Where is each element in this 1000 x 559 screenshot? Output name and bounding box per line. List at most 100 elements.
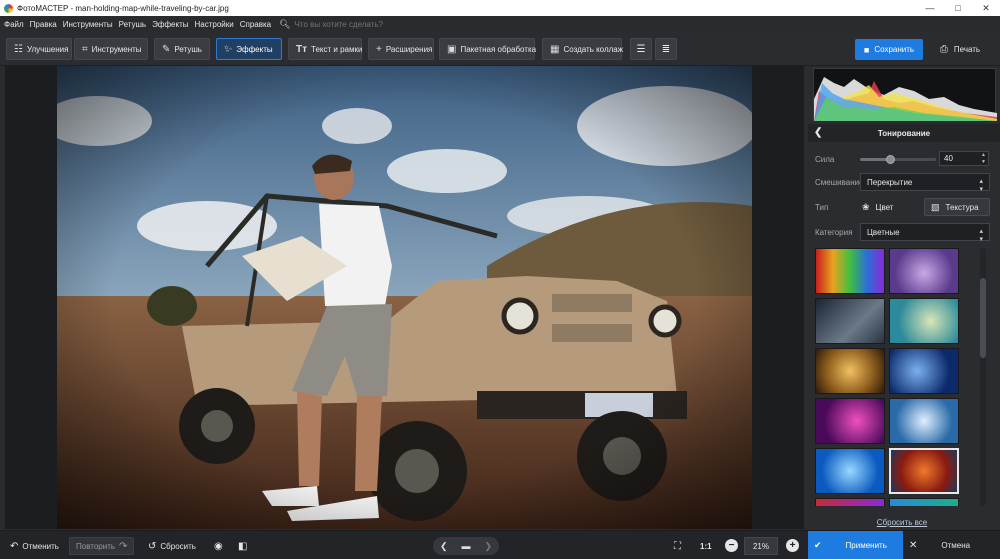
texture-thumbnail[interactable] (889, 248, 959, 294)
fit-screen-icon: ⛶ (674, 540, 681, 552)
add-preset-button[interactable]: ☰ (630, 38, 652, 60)
back-arrow-icon[interactable]: ❮ (814, 127, 822, 138)
close-button[interactable]: ✕ (972, 0, 1000, 16)
tab-extensions[interactable]: + Расширения (368, 38, 434, 60)
redo-button[interactable]: Повторить ↷ (69, 537, 135, 555)
tab-effects[interactable]: ✨︎ Эффекты (216, 38, 282, 60)
blend-select[interactable]: Перекрытие ▴ ▾ (860, 173, 990, 193)
actual-size-button[interactable]: 1:1 (700, 537, 712, 555)
scrollbar-thumb[interactable] (980, 278, 986, 358)
save-button[interactable]: ■ Сохранить (855, 39, 923, 60)
tab-label: Ретушь (174, 44, 202, 54)
zoom-level[interactable]: 21% (744, 537, 778, 555)
menu-retouch[interactable]: Ретушь (119, 20, 147, 29)
slider-thumb[interactable] (886, 155, 896, 164)
texture-thumbnail[interactable] (889, 298, 959, 344)
redo-label: Повторить (76, 541, 116, 551)
palette-icon: ❀ (862, 201, 870, 212)
strength-input[interactable]: 40 ▲ ▼ (939, 151, 989, 166)
cancel-button[interactable]: ✕ Отмена (903, 531, 1000, 559)
list-settings-icon: ≣ (661, 43, 671, 55)
menu-bar: Файл Правка Инструменты Ретушь Эффекты Н… (0, 16, 1000, 32)
blend-value: Перекрытие (867, 177, 913, 187)
panel-title: Тонирование (877, 128, 931, 138)
plus-icon: + (376, 43, 382, 55)
tab-label: Эффекты (236, 44, 273, 54)
tab-enhancements[interactable]: ☷ Улучшения (6, 38, 72, 60)
batch-label: Пакетная обработка (460, 44, 537, 54)
texture-thumbnail[interactable] (815, 248, 885, 294)
collage-icon: ▦ (550, 43, 560, 55)
reset-button[interactable]: ↺ Сбросить (148, 537, 196, 555)
sliders-icon: ☷ (14, 43, 23, 55)
edited-photo[interactable] (57, 66, 752, 529)
strength-slider[interactable] (860, 155, 936, 164)
reset-icon: ↺ (148, 540, 157, 552)
texture-thumbnail-selected[interactable] (889, 448, 959, 494)
menu-help[interactable]: Справка (240, 20, 271, 29)
close-icon: ✕ (909, 540, 918, 551)
texture-thumbnail[interactable] (815, 298, 885, 344)
texture-thumbnail[interactable] (815, 498, 885, 506)
strength-label: Сила (815, 155, 835, 164)
search-input[interactable] (294, 19, 405, 29)
menu-tools[interactable]: Инструменты (63, 20, 113, 29)
minimize-button[interactable]: — (916, 0, 944, 16)
bottom-bar: ↶ Отменить Повторить ↷ ↺ Сбросить ◉ ◧ ❮ … (0, 530, 1000, 559)
type-label: Тип (815, 203, 829, 212)
menu-effects[interactable]: Эффекты (152, 20, 188, 29)
zoom-out-icon[interactable]: − (725, 539, 738, 552)
presets-button[interactable]: ≣ (655, 38, 677, 60)
window-controls: — □ ✕ (916, 0, 1000, 16)
image-navigation: ❮ ▬ ❯ (433, 537, 499, 555)
apply-button[interactable]: ✔ Применить (808, 531, 903, 559)
type-color-option[interactable]: ❀ Цвет (856, 198, 899, 216)
tab-text-frames[interactable]: Tт Текст и рамки (288, 38, 362, 60)
next-arrow-icon[interactable]: ❯ (484, 541, 492, 552)
previous-arrow-icon[interactable]: ❮ (440, 541, 448, 552)
tab-tools[interactable]: ⌗ Инструменты (74, 38, 148, 60)
canvas-area[interactable] (5, 66, 804, 529)
menu-edit[interactable]: Правка (30, 20, 57, 29)
texture-thumbnail[interactable] (889, 498, 959, 506)
menu-file[interactable]: Файл (4, 20, 24, 29)
fit-screen-button[interactable]: ⛶ (674, 537, 685, 555)
reset-all-link[interactable]: Сбросить все (808, 518, 996, 527)
collage-label: Создать коллаж (563, 44, 624, 54)
texture-scrollbar[interactable] (980, 248, 986, 506)
app-logo-icon (4, 3, 13, 13)
cancel-label: Отмена (941, 541, 971, 550)
floppy-disk-icon: ■ (863, 44, 870, 55)
texture-thumbnail[interactable] (889, 348, 959, 394)
texture-icon: ▧ (931, 201, 940, 212)
maximize-button[interactable]: □ (944, 0, 972, 16)
texture-thumbnail[interactable] (889, 398, 959, 444)
tab-retouch[interactable]: ✎ Ретушь (154, 38, 210, 60)
texture-thumbnail[interactable] (815, 398, 885, 444)
strength-value: 40 (944, 154, 953, 163)
batch-processing-button[interactable]: ▣ Пакетная обработка (439, 38, 537, 60)
type-texture-option[interactable]: ▧ Текстура (924, 198, 990, 216)
print-button[interactable]: ⎙ Печать (930, 39, 990, 60)
menu-settings[interactable]: Настройки (194, 20, 233, 29)
texture-thumbnail[interactable] (815, 448, 885, 494)
spinner-icon[interactable]: ▲ ▼ (981, 152, 986, 166)
window-title: ФотоМАСТЕР - man-holding-map-while-trave… (17, 3, 229, 13)
list-add-icon: ☰ (636, 43, 646, 55)
images-icon: ▣ (447, 43, 457, 55)
type-color-label: Цвет (875, 202, 894, 212)
main-toolbar: ☷ Улучшения ⌗ Инструменты ✎ Ретушь ✨︎ Эф… (0, 32, 1000, 66)
category-select[interactable]: Цветные ▴ ▾ (860, 223, 990, 243)
folder-icon[interactable]: ▬ (462, 541, 471, 551)
undo-button[interactable]: ↶ Отменить (10, 537, 59, 555)
texture-thumbnail[interactable] (815, 348, 885, 394)
right-panel: ❮ Тонирование Сила 40 ▲ ▼ Смешивание Пере… (808, 66, 1000, 529)
create-collage-button[interactable]: ▦ Создать коллаж (542, 38, 624, 60)
tab-label: Улучшения (26, 44, 69, 54)
compare-button[interactable]: ◧ (238, 537, 251, 555)
text-icon: Tт (296, 43, 308, 55)
zoom-in-icon[interactable]: + (786, 539, 799, 552)
tab-label: Инструменты (91, 44, 142, 54)
undo-label: Отменить (22, 541, 59, 551)
preview-eye-button[interactable]: ◉ (214, 537, 227, 555)
